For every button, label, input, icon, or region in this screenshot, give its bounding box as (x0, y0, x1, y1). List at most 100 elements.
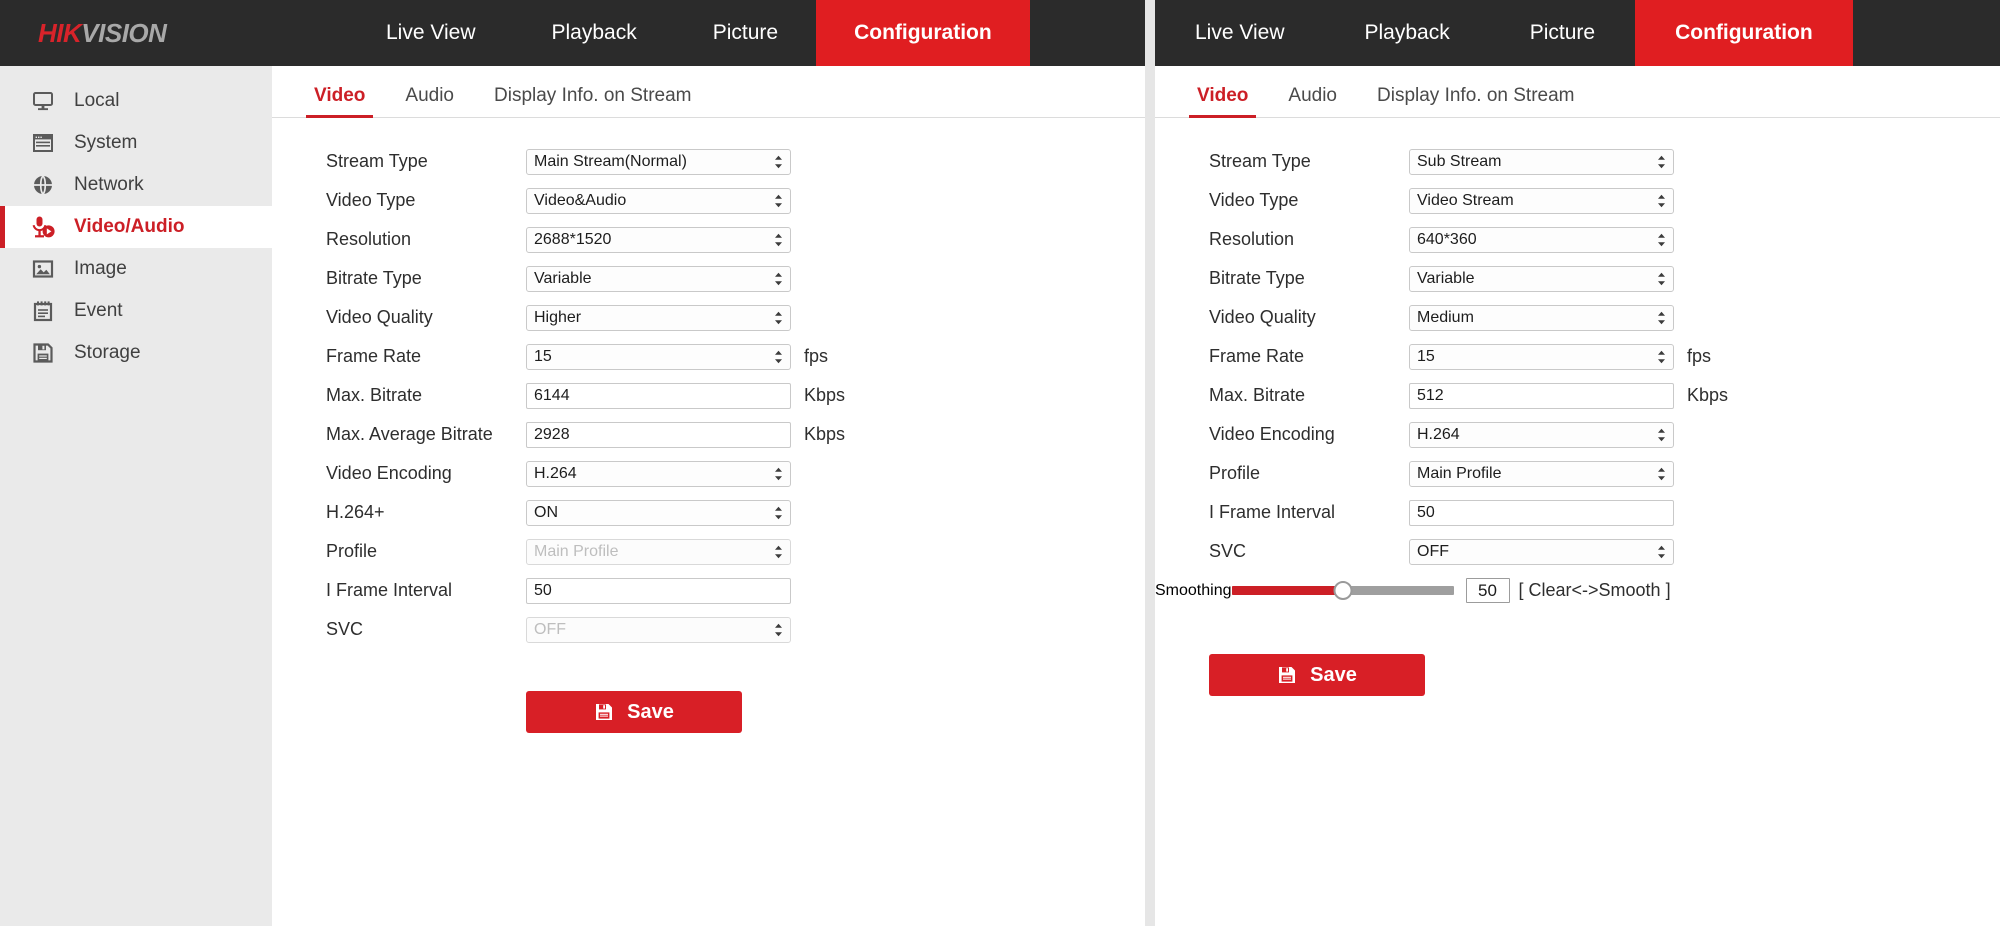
select-resolution[interactable]: 2688*1520 (526, 226, 791, 253)
smoothing-slider[interactable] (1231, 578, 1454, 604)
sidebar-item-system[interactable]: System (0, 122, 272, 164)
select-video-type[interactable]: Video Stream (1409, 187, 1674, 214)
nav-item-live-view[interactable]: Live View (1155, 0, 1325, 66)
field-control-frame-rate: 15 (1409, 343, 1674, 370)
nav-item-picture[interactable]: Picture (1490, 0, 1635, 66)
sidebar-item-network[interactable]: Network (0, 164, 272, 206)
field-row-bitrate-type: Bitrate Type Variable (272, 259, 1145, 298)
sidebar-item-video-audio[interactable]: Video/Audio (0, 206, 272, 248)
sidebar-item-storage[interactable]: Storage (0, 332, 272, 374)
window-icon (30, 130, 56, 156)
field-label-max-average-bitrate: Max. Average Bitrate (326, 424, 493, 444)
field-row-video-type: Video Type Video Stream (1155, 181, 2000, 220)
field-control-video-type: Video Stream (1409, 187, 1674, 214)
tab-video[interactable]: Video (1177, 85, 1268, 118)
field-row-resolution: Resolution 640*360 (1155, 220, 2000, 259)
save-button[interactable]: Save (526, 691, 742, 733)
select-video-encoding[interactable]: H.264 (1409, 421, 1674, 448)
select-svc[interactable]: OFF (1409, 538, 1674, 565)
nav-item-label: Picture (712, 21, 779, 44)
sidebar-item-label: Event (74, 300, 123, 321)
nav-item-configuration[interactable]: Configuration (816, 0, 1030, 66)
panel-divider (1145, 0, 1155, 926)
select-profile[interactable]: Main Profile (1409, 460, 1674, 487)
floppy-save-icon (594, 702, 614, 722)
field-label-video-type: Video Type (326, 190, 416, 210)
select-resolution[interactable]: 640*360 (1409, 226, 1674, 253)
field-label-frame-rate: Frame Rate (1209, 346, 1305, 366)
right-tab-bar: Video Audio Display Info. on Stream (1155, 66, 2000, 118)
field-label-stream-type: Stream Type (326, 151, 428, 171)
nav-item-playback[interactable]: Playback (514, 0, 675, 66)
smoothing-value-input[interactable] (1465, 578, 1510, 603)
field-label-frame-rate: Frame Rate (326, 346, 422, 366)
field-row-video-type: Video Type Video&Audio (272, 181, 1145, 220)
select-frame-rate[interactable]: 15 (1409, 343, 1674, 370)
select-h-264+[interactable]: ON (526, 499, 791, 526)
field-label-max-bitrate: Max. Bitrate (326, 385, 423, 405)
tab-audio[interactable]: Audio (1268, 85, 1357, 117)
field-unit-max-bitrate: Kbps (804, 385, 846, 405)
field-row-bitrate-type: Bitrate Type Variable (1155, 259, 2000, 298)
field-row-h-264+: H.264+ ON (272, 493, 1145, 532)
field-control-max-average-bitrate (526, 421, 791, 448)
select-bitrate-type[interactable]: Variable (1409, 265, 1674, 292)
input-i-frame-interval[interactable] (526, 577, 791, 604)
tab-video[interactable]: Video (294, 85, 385, 118)
field-unit-max-bitrate: Kbps (1687, 385, 1729, 405)
select-stream-type[interactable]: Sub Stream (1409, 148, 1674, 175)
input-max-bitrate[interactable] (1409, 382, 1674, 409)
field-control-profile: Main Profile (526, 538, 791, 565)
field-label-resolution: Resolution (1209, 229, 1295, 249)
field-label-resolution: Resolution (326, 229, 412, 249)
nav-item-live-view[interactable]: Live View (348, 0, 514, 66)
field-row-max-bitrate: Max. Bitrate Kbps (272, 376, 1145, 415)
left-video-settings-form: Stream Type Main Stream(Normal) Video Type… (272, 118, 1145, 649)
field-row-resolution: Resolution 2688*1520 (272, 220, 1145, 259)
left-save-area: Save (272, 649, 1145, 733)
save-button[interactable]: Save (1209, 654, 1425, 696)
select-frame-rate[interactable]: 15 (526, 343, 791, 370)
select-video-quality[interactable]: Higher (526, 304, 791, 331)
field-control-bitrate-type: Variable (526, 265, 791, 292)
nav-items-left: Live View Playback Picture Configuration (348, 0, 1145, 66)
nav-item-playback[interactable]: Playback (1325, 0, 1490, 66)
input-i-frame-interval[interactable] (1409, 499, 1674, 526)
nav-item-label: Playback (551, 21, 637, 44)
tab-display-info-on-stream[interactable]: Display Info. on Stream (474, 85, 711, 117)
sidebar-item-label: Video/Audio (74, 216, 185, 237)
select-stream-type[interactable]: Main Stream(Normal) (526, 148, 791, 175)
field-row-video-quality: Video Quality Medium (1155, 298, 2000, 337)
left-tab-bar: Video Audio Display Info. on Stream (272, 66, 1145, 118)
nav-item-configuration[interactable]: Configuration (1635, 0, 1853, 66)
slider-knob[interactable] (1333, 581, 1352, 600)
sidebar-item-event[interactable]: Event (0, 290, 272, 332)
field-row-video-quality: Video Quality Higher (272, 298, 1145, 337)
field-label-svc: SVC (326, 619, 364, 639)
select-video-quality[interactable]: Medium (1409, 304, 1674, 331)
tab-display-info-on-stream[interactable]: Display Info. on Stream (1357, 85, 1594, 117)
brand-hik-text: HIK (38, 17, 82, 48)
sidebar-item-image[interactable]: Image (0, 248, 272, 290)
select-video-encoding[interactable]: H.264 (526, 460, 791, 487)
select-svc[interactable]: OFF (526, 616, 791, 643)
sidebar-item-label: Image (74, 258, 127, 279)
field-label-video-encoding: Video Encoding (1209, 424, 1335, 444)
field-control-resolution: 640*360 (1409, 226, 1674, 253)
input-max-bitrate[interactable] (526, 382, 791, 409)
right-video-settings-form: Stream Type Sub Stream Video Type Video Str… (1155, 118, 2000, 571)
select-video-type[interactable]: Video&Audio (526, 187, 791, 214)
field-row-i-frame-interval: I Frame Interval (1155, 493, 2000, 532)
right-browser-panel: Live View Playback Picture Configuration Vi… (1155, 0, 2000, 926)
tab-audio[interactable]: Audio (385, 85, 474, 117)
select-profile[interactable]: Main Profile (526, 538, 791, 565)
sidebar-item-local[interactable]: Local (0, 80, 272, 122)
field-control-stream-type: Main Stream(Normal) (526, 148, 791, 175)
input-max-average-bitrate[interactable] (526, 421, 791, 448)
field-unit-frame-rate: fps (804, 346, 829, 366)
field-row-frame-rate: Frame Rate 15 fps (1155, 337, 2000, 376)
field-label-video-type: Video Type (1209, 190, 1299, 210)
field-row-svc: SVC OFF (272, 610, 1145, 649)
select-bitrate-type[interactable]: Variable (526, 265, 791, 292)
nav-item-picture[interactable]: Picture (675, 0, 816, 66)
